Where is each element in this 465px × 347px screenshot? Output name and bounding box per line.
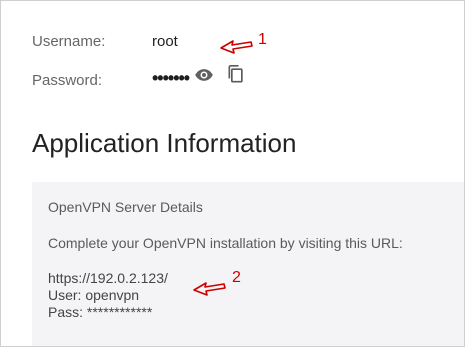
password-label: Password: xyxy=(32,72,103,89)
panel-heading: OpenVPN Server Details xyxy=(48,199,203,215)
annotation-arrow-2 xyxy=(193,282,226,296)
openvpn-user: User: openvpn xyxy=(48,287,140,303)
password-masked-value: ••••••• xyxy=(152,68,190,88)
section-title: Application Information xyxy=(32,128,297,158)
username-label: Username: xyxy=(32,33,106,50)
openvpn-url: https://192.0.2.123/ xyxy=(48,270,168,286)
app-window: Username: root Password: ••••••• 1 Appli… xyxy=(0,0,465,347)
openvpn-pass: Pass: ************ xyxy=(48,304,153,320)
annotation-number-2: 2 xyxy=(232,269,241,286)
annotation-arrow-1 xyxy=(220,40,253,54)
openvpn-info-panel: OpenVPN Server Details Complete your Ope… xyxy=(32,182,464,346)
annotation-number-1: 1 xyxy=(258,31,267,48)
username-value: root xyxy=(152,33,178,50)
eye-icon[interactable] xyxy=(194,65,214,85)
copy-icon[interactable] xyxy=(226,64,246,84)
panel-instruction: Complete your OpenVPN installation by vi… xyxy=(48,235,403,251)
